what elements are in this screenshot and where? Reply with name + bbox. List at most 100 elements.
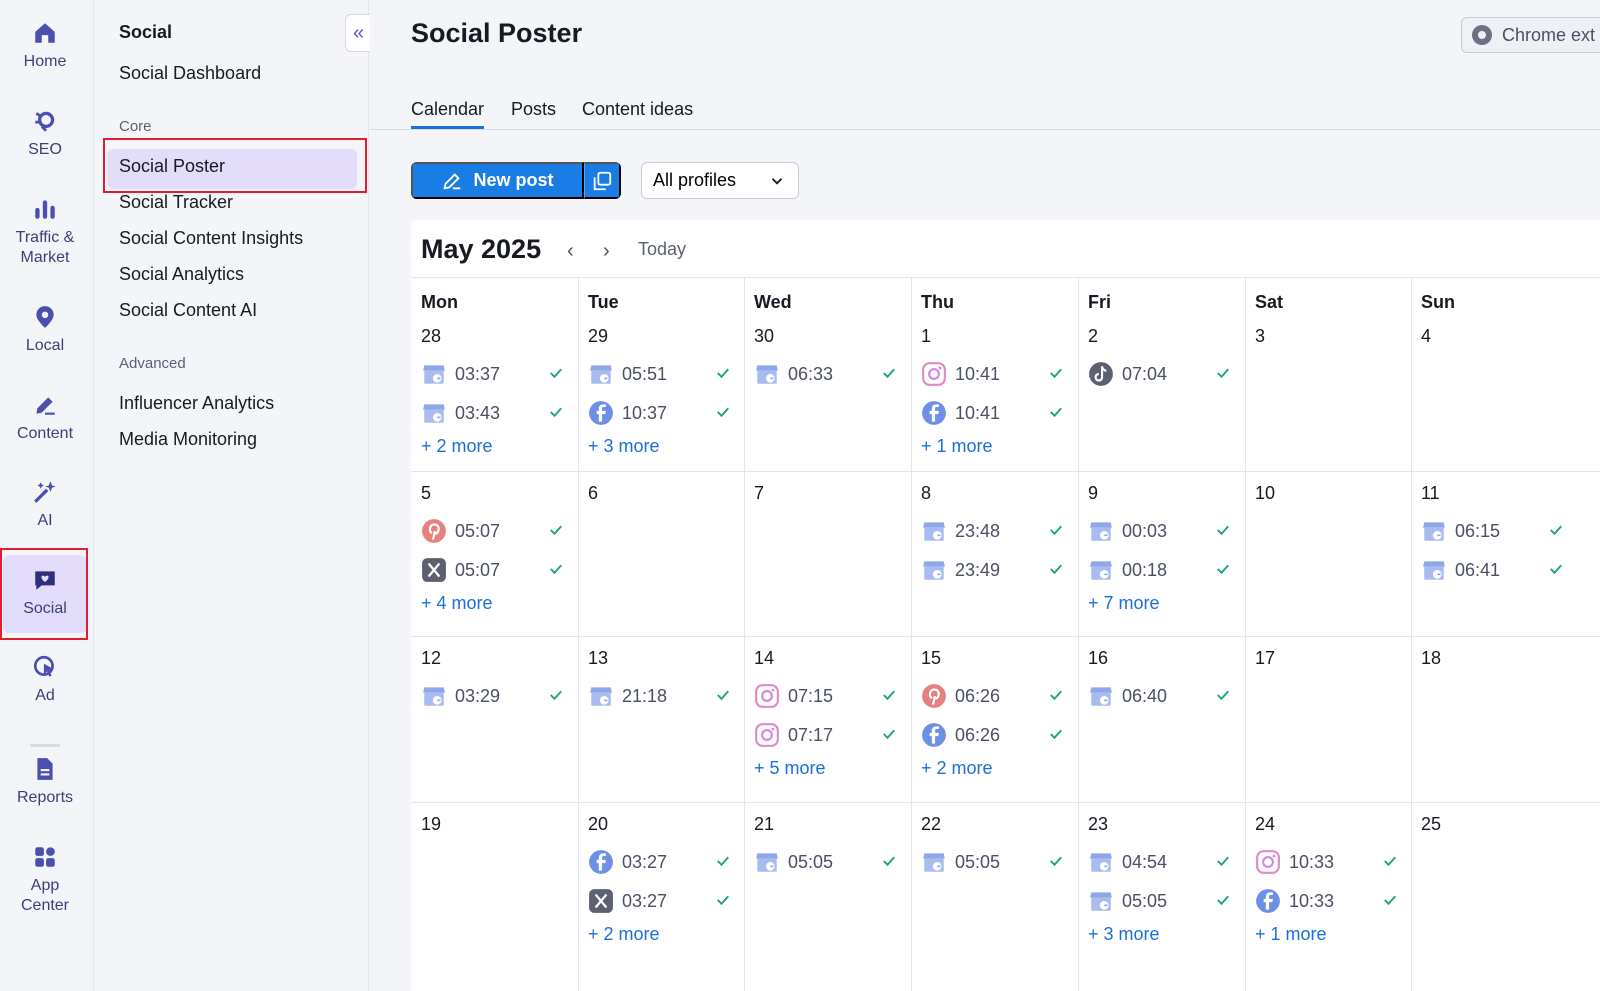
profiles-dropdown[interactable]: All profiles [641,162,799,199]
scheduled-post[interactable]: 10:41 [921,360,1071,388]
nav-social-dashboard[interactable]: Social Dashboard [119,63,261,84]
scheduled-post[interactable]: 06:40 [1088,682,1238,710]
new-post-button[interactable]: New post [411,162,584,199]
day-cell[interactable]: 20 03:27 03:27 + 2 more [578,802,748,991]
scheduled-post[interactable]: 23:49 [921,556,1071,584]
more-posts-link[interactable]: + 2 more [921,758,993,779]
rail-item-home[interactable]: Home [3,20,87,72]
day-cell[interactable]: 21 05:05 [744,802,914,991]
next-month-button[interactable]: › [603,240,610,263]
tab-calendar[interactable]: Calendar [411,99,485,129]
more-posts-link[interactable]: + 7 more [1088,593,1160,614]
rail-item-content[interactable]: Content [3,392,87,444]
rail-item-social[interactable]: Social [3,555,87,633]
nav-social-poster[interactable]: Social Poster [119,156,225,177]
rail-item-traffic-market[interactable]: Traffic & Market [3,196,87,268]
scheduled-post[interactable]: 03:43 [421,399,571,427]
scheduled-post[interactable]: 10:33 [1255,887,1405,915]
chrome-extension-button[interactable]: Chrome ext [1461,17,1600,53]
day-cell[interactable]: 8 23:48 23:49 [911,471,1081,636]
day-cell[interactable]: 13 21:18 [578,636,748,802]
scheduled-post[interactable]: 03:37 [421,360,571,388]
check-icon [547,403,565,421]
scheduled-post[interactable]: 10:41 [921,399,1071,427]
day-cell[interactable]: 5 05:07 05:07 + 4 more [411,471,581,636]
day-cell[interactable]: 28 03:37 03:43 + 2 more [411,314,581,471]
tab-posts[interactable]: Posts [511,99,556,120]
day-cell[interactable]: 10 [1245,471,1415,636]
nav-social-tracker[interactable]: Social Tracker [119,192,233,213]
rail-item-seo[interactable]: SEO [3,108,87,160]
day-cell[interactable]: 12 03:29 [411,636,581,802]
more-posts-link[interactable]: + 3 more [1088,924,1160,945]
day-cell[interactable]: 14 07:15 07:17 + 5 more [744,636,914,802]
scheduled-post[interactable]: 03:29 [421,682,571,710]
duplicate-post-button[interactable] [584,162,621,199]
day-cell[interactable]: 18 [1411,636,1581,802]
day-cell[interactable]: 9 00:03 00:18 + 7 more [1078,471,1248,636]
day-cell[interactable]: 6 [578,471,748,636]
day-cell[interactable]: 16 06:40 [1078,636,1248,802]
rail-item-ad[interactable]: Ad [3,654,87,706]
more-posts-link[interactable]: + 3 more [588,436,660,457]
scheduled-post[interactable]: 07:04 [1088,360,1238,388]
scheduled-post[interactable]: 06:26 [921,721,1071,749]
nav-influencer-analytics[interactable]: Influencer Analytics [119,393,274,414]
day-cell[interactable]: 30 06:33 [744,314,914,471]
scheduled-post[interactable]: 07:15 [754,682,904,710]
rail-item-app-center[interactable]: App Center [3,844,87,916]
day-cell[interactable]: 2 07:04 [1078,314,1248,471]
rail-item-reports[interactable]: Reports [3,756,87,808]
scheduled-post[interactable]: 21:18 [588,682,738,710]
day-cell[interactable]: 19 [411,802,581,991]
scheduled-post[interactable]: 06:26 [921,682,1071,710]
more-posts-link[interactable]: + 4 more [421,593,493,614]
scheduled-post[interactable]: 05:05 [921,848,1071,876]
nav-social-content-insights[interactable]: Social Content Insights [119,228,303,249]
check-icon [714,403,732,421]
day-cell[interactable]: 4 [1411,314,1581,471]
today-button[interactable]: Today [638,239,686,260]
scheduled-post[interactable]: 05:05 [754,848,904,876]
rail-item-ai[interactable]: AI [3,479,87,531]
scheduled-post[interactable]: 10:33 [1255,848,1405,876]
nav-media-monitoring[interactable]: Media Monitoring [119,429,257,450]
more-posts-link[interactable]: + 2 more [421,436,493,457]
scheduled-post[interactable]: 07:17 [754,721,904,749]
scheduled-post[interactable]: 03:27 [588,848,738,876]
day-cell[interactable]: 15 06:26 06:26 + 2 more [911,636,1081,802]
scheduled-post[interactable]: 06:15 [1421,517,1571,545]
scheduled-post[interactable]: 10:37 [588,399,738,427]
day-cell[interactable]: 1 10:41 10:41 + 1 more [911,314,1081,471]
scheduled-post[interactable]: 06:33 [754,360,904,388]
scheduled-post[interactable]: 05:51 [588,360,738,388]
nav-social-analytics[interactable]: Social Analytics [119,264,244,285]
day-cell[interactable]: 22 05:05 [911,802,1081,991]
scheduled-post[interactable]: 05:05 [1088,887,1238,915]
scheduled-post[interactable]: 05:07 [421,517,571,545]
day-cell[interactable]: 11 06:15 06:41 [1411,471,1581,636]
more-posts-link[interactable]: + 2 more [588,924,660,945]
day-cell[interactable]: 17 [1245,636,1415,802]
scheduled-post[interactable]: 23:48 [921,517,1071,545]
collapse-sidebar-button[interactable]: « [345,14,371,52]
scheduled-post[interactable]: 04:54 [1088,848,1238,876]
more-posts-link[interactable]: + 1 more [921,436,993,457]
day-cell[interactable]: 3 [1245,314,1415,471]
more-posts-link[interactable]: + 5 more [754,758,826,779]
scheduled-post[interactable]: 00:03 [1088,517,1238,545]
day-cell[interactable]: 29 05:51 10:37 + 3 more [578,314,748,471]
day-cell[interactable]: 24 10:33 10:33 + 1 more [1245,802,1415,991]
prev-month-button[interactable]: ‹ [567,240,574,263]
day-cell[interactable]: 23 04:54 05:05 + 3 more [1078,802,1248,991]
day-cell[interactable]: 7 [744,471,914,636]
more-posts-link[interactable]: + 1 more [1255,924,1327,945]
tab-content-ideas[interactable]: Content ideas [582,99,693,120]
nav-social-content-ai[interactable]: Social Content AI [119,300,257,321]
scheduled-post[interactable]: 06:41 [1421,556,1571,584]
rail-item-local[interactable]: Local [3,304,87,356]
scheduled-post[interactable]: 00:18 [1088,556,1238,584]
scheduled-post[interactable]: 03:27 [588,887,738,915]
day-cell[interactable]: 25 [1411,802,1581,991]
scheduled-post[interactable]: 05:07 [421,556,571,584]
